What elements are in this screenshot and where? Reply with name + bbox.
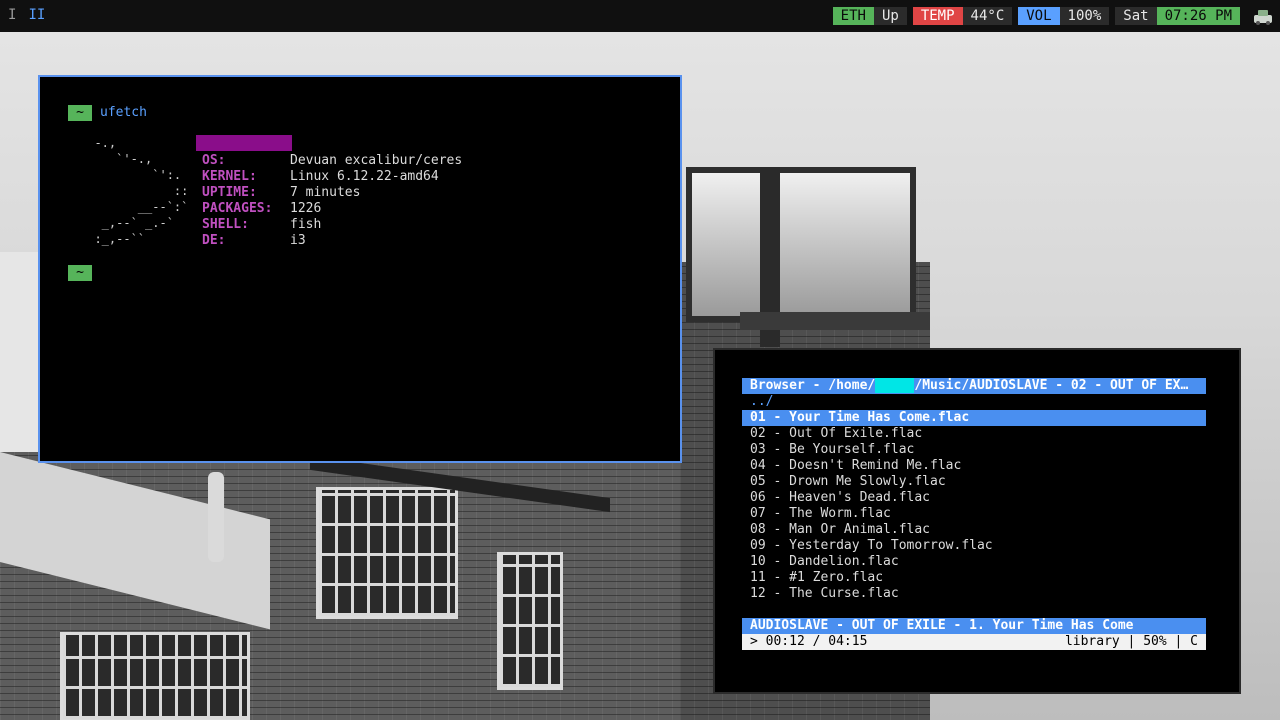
info-row-kernel: KERNEL: Linux 6.12.22-amd64 [202,169,462,185]
info-value: fish [290,217,322,232]
info-row-shell: SHELL: fish [202,217,462,233]
terminal-window-music-player[interactable]: Browser - /home/XXXXX/Music/AUDIOSLAVE -… [713,348,1241,694]
info-value: Devuan excalibur/ceres [290,153,463,168]
now-playing-bar: AUDIOSLAVE - OUT OF EXILE - 1. Your Time… [742,618,1206,634]
info-row-os: OS: Devuan excalibur/ceres [202,153,462,169]
track-item[interactable]: 11 - #1 Zero.flac [742,570,1206,586]
info-row-packages: PACKAGES: 1226 [202,201,462,217]
browser-path-prefix: Browser - /home/ [750,378,876,393]
info-value: Linux 6.12.22-amd64 [290,169,439,184]
terminal-window-ufetch[interactable]: ~ ufetch -., `'-., `':. :: __--`:` _,--`… [38,75,682,463]
volume-status[interactable]: VOL 100% [1018,7,1110,25]
rooftop-ledge [740,312,930,330]
prompt-line: ~ ufetch [68,105,147,121]
ethernet-status: ETH Up [832,7,907,25]
info-row-de: DE: i3 [202,233,462,249]
temperature-value: 44°C [962,7,1013,25]
building-window [316,487,458,619]
system-info: OS: Devuan excalibur/ceres KERNEL: Linux… [202,153,462,249]
building-window [497,552,563,690]
info-key: UPTIME: [202,185,257,200]
info-key: SHELL: [202,217,249,232]
info-key: PACKAGES: [202,201,273,216]
prompt-tag: ~ [68,105,92,121]
temperature-label: TEMP [912,7,963,25]
workspace-1[interactable]: I [8,7,16,23]
ethernet-value: Up [873,7,907,25]
track-item[interactable]: 09 - Yesterday To Tomorrow.flac [742,538,1206,554]
playback-position: > 00:12 / 04:15 [750,634,868,649]
building-window [60,632,250,720]
temperature-status: TEMP 44°C [912,7,1013,25]
prompt-line-2[interactable]: ~ [68,265,92,281]
drain-pipe [208,472,224,562]
info-value: 7 minutes [290,185,361,200]
track-item[interactable]: 04 - Doesn't Remind Me.flac [742,458,1206,474]
track-item[interactable]: 08 - Man Or Animal.flac [742,522,1206,538]
day-value: Sat [1115,7,1157,25]
info-key: OS: [202,153,226,168]
command-text: ufetch [100,105,147,120]
prompt-tag: ~ [68,265,92,281]
volume-label: VOL [1018,7,1060,25]
status-blocks: ETH Up TEMP 44°C VOL 100% Sat 07:26 PM [832,7,1240,25]
track-item[interactable]: 12 - The Curse.flac [742,586,1206,602]
player-status-info: library | 50% | C [1064,634,1198,649]
info-key: KERNEL: [202,169,257,184]
info-key: DE: [202,233,226,248]
workspace-2[interactable]: II [28,7,45,23]
track-item[interactable]: 06 - Heaven's Dead.flac [742,490,1206,506]
building-left-balcony [0,252,40,452]
network-tray-icon[interactable] [1252,6,1274,26]
track-item[interactable]: 05 - Drown Me Slowly.flac [742,474,1206,490]
time-value: 07:26 PM [1156,7,1240,25]
ethernet-label: ETH [832,7,874,25]
parent-directory-item[interactable]: ../ [742,394,1206,410]
track-item[interactable]: 03 - Be Yourself.flac [742,442,1206,458]
track-item[interactable]: 02 - Out Of Exile.flac [742,426,1206,442]
browser-path-suffix: /Music/AUDIOSLAVE - 02 - OUT OF EX… [914,378,1189,393]
distro-ascii-logo: -., `'-., `':. :: __--`:` _,--` _.-` :_,… [94,136,189,246]
redacted-username: XXXXX [875,378,915,393]
track-list: ../ 01 - Your Time Has Come.flac 02 - Ou… [742,394,1206,602]
workspace-switcher: I II [8,7,45,23]
status-bar: I II ETH Up TEMP 44°C VOL 100% Sat 07:26… [0,0,1280,32]
browser-title-bar: Browser - /home/XXXXX/Music/AUDIOSLAVE -… [742,378,1206,394]
info-value: i3 [290,233,306,248]
rooftop-pavilion [686,167,916,322]
info-value: 1226 [290,201,322,216]
clock-status: Sat 07:26 PM [1115,7,1240,25]
info-row-uptime: UPTIME: 7 minutes [202,185,462,201]
track-item-selected[interactable]: 01 - Your Time Has Come.flac [742,410,1206,426]
ufetch-color-bar [196,135,292,151]
track-item[interactable]: 07 - The Worm.flac [742,506,1206,522]
player-status-line: > 00:12 / 04:15 library | 50% | C [742,634,1206,650]
track-item[interactable]: 10 - Dandelion.flac [742,554,1206,570]
volume-value: 100% [1059,7,1110,25]
